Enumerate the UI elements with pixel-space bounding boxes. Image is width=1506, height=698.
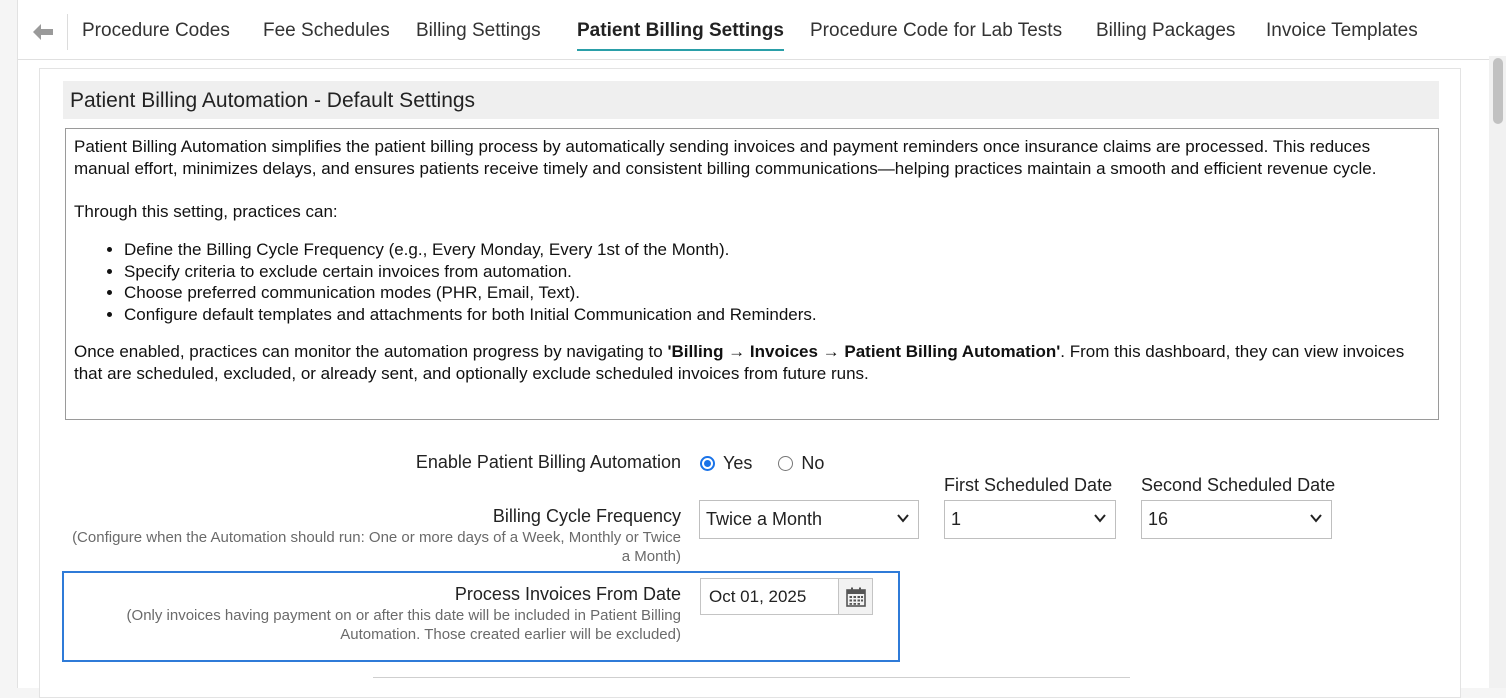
enable-label: Enable Patient Billing Automation <box>415 452 681 472</box>
frequency-selected-value: Twice a Month <box>706 509 823 529</box>
tab-fee-schedules[interactable]: Fee Schedules <box>263 20 390 42</box>
section-title: Patient Billing Automation - Default Set… <box>63 81 1439 119</box>
from-date-input[interactable]: Oct 01, 2025 <box>700 578 840 615</box>
first-scheduled-date-label: First Scheduled Date <box>944 475 1113 495</box>
description-box: Patient Billing Automation simplifies th… <box>65 128 1439 420</box>
chevron-down-icon <box>1094 514 1106 523</box>
enable-yes-label[interactable]: Yes <box>723 453 752 474</box>
tab-procedure-code-lab-tests[interactable]: Procedure Code for Lab Tests <box>810 20 1062 42</box>
second-date-select[interactable]: 16 <box>1141 500 1332 539</box>
back-button[interactable] <box>18 14 68 50</box>
second-scheduled-date-label: Second Scheduled Date <box>1141 475 1336 495</box>
outro-text: Once enabled, practices can monitor the … <box>74 342 1405 383</box>
calendar-button[interactable] <box>838 578 873 615</box>
frequency-hint: (Configure when the Automation should ru… <box>72 529 681 565</box>
list-heading: Through this setting, practices can: <box>74 202 338 221</box>
app-frame: Procedure Codes Fee Schedules Billing Se… <box>17 0 1506 698</box>
scrollbar-thumb[interactable] <box>1493 58 1503 124</box>
frequency-select[interactable]: Twice a Month <box>699 500 919 539</box>
tab-invoice-templates[interactable]: Invoice Templates <box>1266 20 1418 42</box>
intro-text: Patient Billing Automation simplifies th… <box>74 137 1377 178</box>
tab-billing-packages[interactable]: Billing Packages <box>1096 20 1235 42</box>
list-item: Configure default templates and attachme… <box>124 304 1430 326</box>
second-date-selected-value: 16 <box>1148 509 1169 529</box>
calendar-icon <box>845 587 866 607</box>
from-date-label: Process Invoices From Date <box>454 584 681 604</box>
first-date-select[interactable]: 1 <box>944 500 1116 539</box>
section-divider <box>373 677 1130 678</box>
enable-yes-radio[interactable] <box>700 456 715 471</box>
enable-radio-group: Yes No <box>700 453 824 474</box>
tab-bar: Procedure Codes Fee Schedules Billing Se… <box>18 0 1506 60</box>
list-item: Specify criteria to exclude certain invo… <box>124 261 1430 283</box>
tab-patient-billing-settings[interactable]: Patient Billing Settings <box>577 20 784 51</box>
enable-no-radio[interactable] <box>778 456 794 471</box>
tab-procedure-codes[interactable]: Procedure Codes <box>82 20 230 42</box>
vertical-scrollbar[interactable] <box>1489 56 1506 688</box>
list-item: Define the Billing Cycle Frequency (e.g.… <box>124 239 1430 261</box>
navigation-path: 'Billing → Invoices → Patient Billing Au… <box>667 342 1061 361</box>
chevron-down-icon <box>897 514 909 523</box>
capabilities-list: Define the Billing Cycle Frequency (e.g.… <box>74 239 1430 325</box>
enable-no-label[interactable]: No <box>801 453 824 474</box>
settings-panel: Patient Billing Automation - Default Set… <box>39 68 1461 698</box>
back-arrow-icon <box>32 24 53 40</box>
chevron-down-icon <box>1310 514 1322 523</box>
first-date-selected-value: 1 <box>951 509 962 529</box>
from-date-hint: (Only invoices having payment on or afte… <box>126 607 681 643</box>
tab-billing-settings[interactable]: Billing Settings <box>416 20 541 42</box>
frequency-label: Billing Cycle Frequency <box>492 506 681 526</box>
list-item: Choose preferred communication modes (PH… <box>124 282 1430 304</box>
